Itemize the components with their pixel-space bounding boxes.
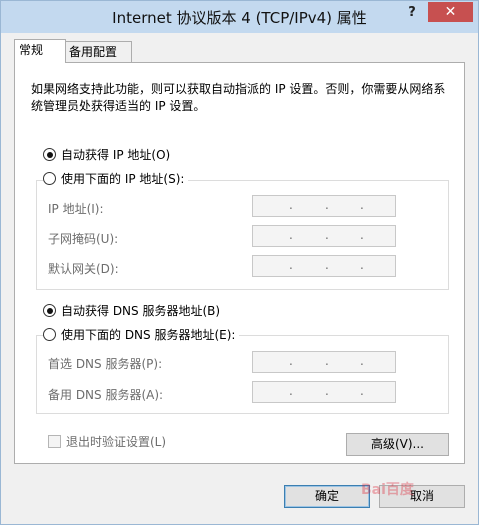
validate-on-exit-checkbox[interactable]: 退出时验证设置(L) <box>48 434 166 450</box>
advanced-button[interactable]: 高级(V)... <box>346 433 449 456</box>
alternate-dns-input[interactable]: ... <box>252 381 396 403</box>
close-button[interactable]: ✕ <box>428 2 473 22</box>
alternate-dns-label: 备用 DNS 服务器(A): <box>48 388 164 402</box>
radio-manual-ip[interactable]: 使用下面的 IP 地址(S): <box>43 170 189 188</box>
title-bar[interactable]: Internet 协议版本 4 (TCP/IPv4) 属性 ? ✕ <box>1 1 478 33</box>
watermark-logo: Bai百度 <box>361 482 414 498</box>
checkbox-box <box>48 435 61 448</box>
radio-indicator-auto-dns <box>43 304 56 317</box>
radio-auto-dns-label: 自动获得 DNS 服务器地址(B) <box>61 304 221 318</box>
general-panel: 如果网络支持此功能，则可以获取自动指派的 IP 设置。否则，你需要从网络系统管理… <box>14 62 465 464</box>
preferred-dns-input[interactable]: ... <box>252 351 396 373</box>
ip-address-input[interactable]: ... <box>252 195 396 217</box>
radio-indicator-manual-dns <box>43 328 56 341</box>
radio-manual-dns[interactable]: 使用下面的 DNS 服务器地址(E): <box>43 326 240 344</box>
preferred-dns-label: 首选 DNS 服务器(P): <box>48 357 163 371</box>
radio-auto-dns[interactable]: 自动获得 DNS 服务器地址(B) <box>43 302 225 320</box>
tab-strip: 常规 备用配置 <box>1 39 478 63</box>
radio-manual-dns-label: 使用下面的 DNS 服务器地址(E): <box>61 328 236 342</box>
default-gateway-label: 默认网关(D): <box>48 262 119 276</box>
subnet-mask-label: 子网掩码(U): <box>48 232 119 246</box>
radio-auto-ip[interactable]: 自动获得 IP 地址(O) <box>43 146 175 164</box>
ok-button[interactable]: 确定 <box>284 485 370 508</box>
tab-alternate-config[interactable]: 备用配置 <box>64 41 132 62</box>
radio-manual-ip-label: 使用下面的 IP 地址(S): <box>61 172 185 186</box>
radio-auto-ip-label: 自动获得 IP 地址(O) <box>61 148 171 162</box>
ip-address-label: IP 地址(I): <box>48 202 104 216</box>
radio-indicator-auto-ip <box>43 148 56 161</box>
tab-general[interactable]: 常规 <box>14 39 66 63</box>
default-gateway-input[interactable]: ... <box>252 255 396 277</box>
radio-indicator-manual-ip <box>43 172 56 185</box>
subnet-mask-input[interactable]: ... <box>252 225 396 247</box>
help-button[interactable]: ? <box>405 5 419 25</box>
dialog-window: Internet 协议版本 4 (TCP/IPv4) 属性 ? ✕ 常规 备用配… <box>0 0 479 525</box>
description-text: 如果网络支持此功能，则可以获取自动指派的 IP 设置。否则，你需要从网络系统管理… <box>31 82 446 113</box>
validate-on-exit-label: 退出时验证设置(L) <box>66 435 167 449</box>
